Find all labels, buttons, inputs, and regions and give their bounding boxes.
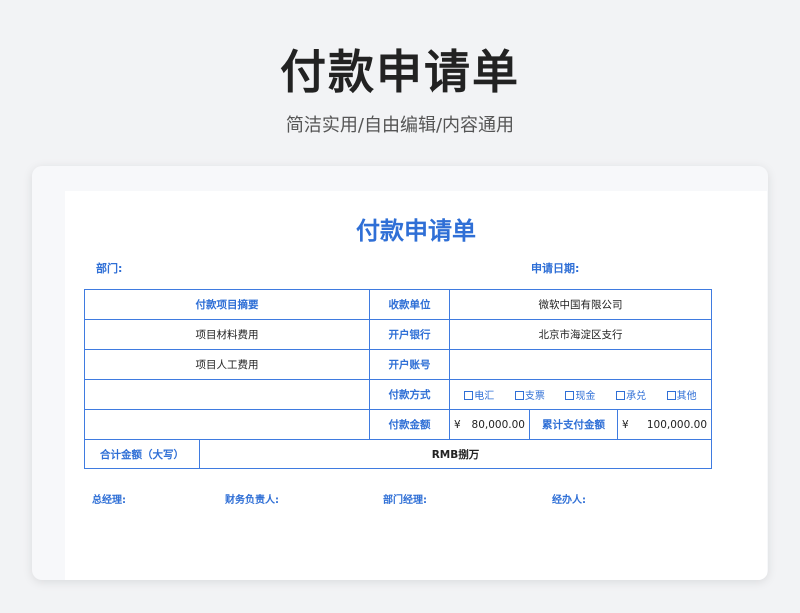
- summary-item-empty[interactable]: [84, 409, 370, 440]
- table-row: 付款方式 电汇 支票 现金 承兑 其他: [84, 379, 712, 410]
- option-acceptance[interactable]: 承兑: [616, 387, 646, 402]
- form-sheet: 付款申请单 部门: 申请日期: 付款项目摘要 收款单位 微软中国有限公司 项目材…: [65, 191, 767, 580]
- option-check[interactable]: 支票: [514, 387, 545, 402]
- currency-symbol: ¥: [454, 418, 461, 431]
- summary-item-empty[interactable]: [84, 379, 370, 410]
- payee-label: 收款单位: [369, 289, 450, 320]
- form-title: 付款申请单: [356, 217, 476, 245]
- currency-symbol: ¥: [622, 418, 629, 431]
- table-row: 合计金额（大写） RMB捌万: [84, 439, 712, 469]
- total-value[interactable]: RMB捌万: [199, 439, 712, 469]
- payment-method-options: 电汇 支票 现金 承兑 其他: [449, 379, 712, 410]
- option-other[interactable]: 其他: [666, 387, 697, 402]
- payee-value[interactable]: 微软中国有限公司: [449, 289, 712, 320]
- checkbox-icon[interactable]: [666, 391, 676, 400]
- summary-header: 付款项目摘要: [84, 289, 370, 320]
- summary-item[interactable]: 项目人工费用: [84, 349, 370, 380]
- preview-card: 付款申请单 部门: 申请日期: 付款项目摘要 收款单位 微软中国有限公司 项目材…: [32, 166, 768, 580]
- handler-signature-label: 经办人:: [552, 495, 586, 506]
- table-row: 付款金额 ¥80,000.00 累计支付金额 ¥100,000.00: [84, 409, 712, 440]
- apply-date-label: 申请日期:: [531, 262, 580, 275]
- cumulative-value[interactable]: ¥100,000.00: [617, 409, 712, 440]
- table-row: 付款项目摘要 收款单位 微软中国有限公司: [84, 289, 712, 320]
- payment-method-label: 付款方式: [369, 379, 450, 410]
- account-label: 开户账号: [369, 349, 450, 380]
- cumulative-label: 累计支付金额: [529, 409, 618, 440]
- checkbox-icon[interactable]: [565, 391, 575, 400]
- page-title: 付款申请单: [280, 45, 520, 99]
- gm-signature-label: 总经理:: [92, 495, 126, 506]
- checkbox-icon[interactable]: [514, 391, 524, 400]
- account-value[interactable]: [449, 349, 712, 380]
- checkbox-icon[interactable]: [464, 391, 474, 400]
- checkbox-icon[interactable]: [616, 391, 626, 400]
- amount-value[interactable]: ¥80,000.00: [449, 409, 530, 440]
- page-subtitle: 简洁实用/自由编辑/内容通用: [285, 115, 515, 136]
- total-label: 合计金额（大写）: [84, 439, 200, 469]
- bank-label: 开户银行: [369, 319, 450, 350]
- finance-signature-label: 财务负责人:: [225, 495, 279, 506]
- table-row: 项目人工费用 开户账号: [84, 349, 712, 380]
- amount-label: 付款金额: [369, 409, 450, 440]
- dept-manager-signature-label: 部门经理:: [383, 495, 427, 506]
- option-cash[interactable]: 现金: [565, 387, 595, 402]
- table-row: 项目材料费用 开户银行 北京市海淀区支行: [84, 319, 712, 350]
- department-label: 部门:: [96, 262, 123, 275]
- payment-form-table: 付款项目摘要 收款单位 微软中国有限公司 项目材料费用 开户银行 北京市海淀区支…: [84, 289, 712, 469]
- summary-item[interactable]: 项目材料费用: [84, 319, 370, 350]
- bank-value[interactable]: 北京市海淀区支行: [449, 319, 712, 350]
- option-wire-transfer[interactable]: 电汇: [464, 387, 494, 402]
